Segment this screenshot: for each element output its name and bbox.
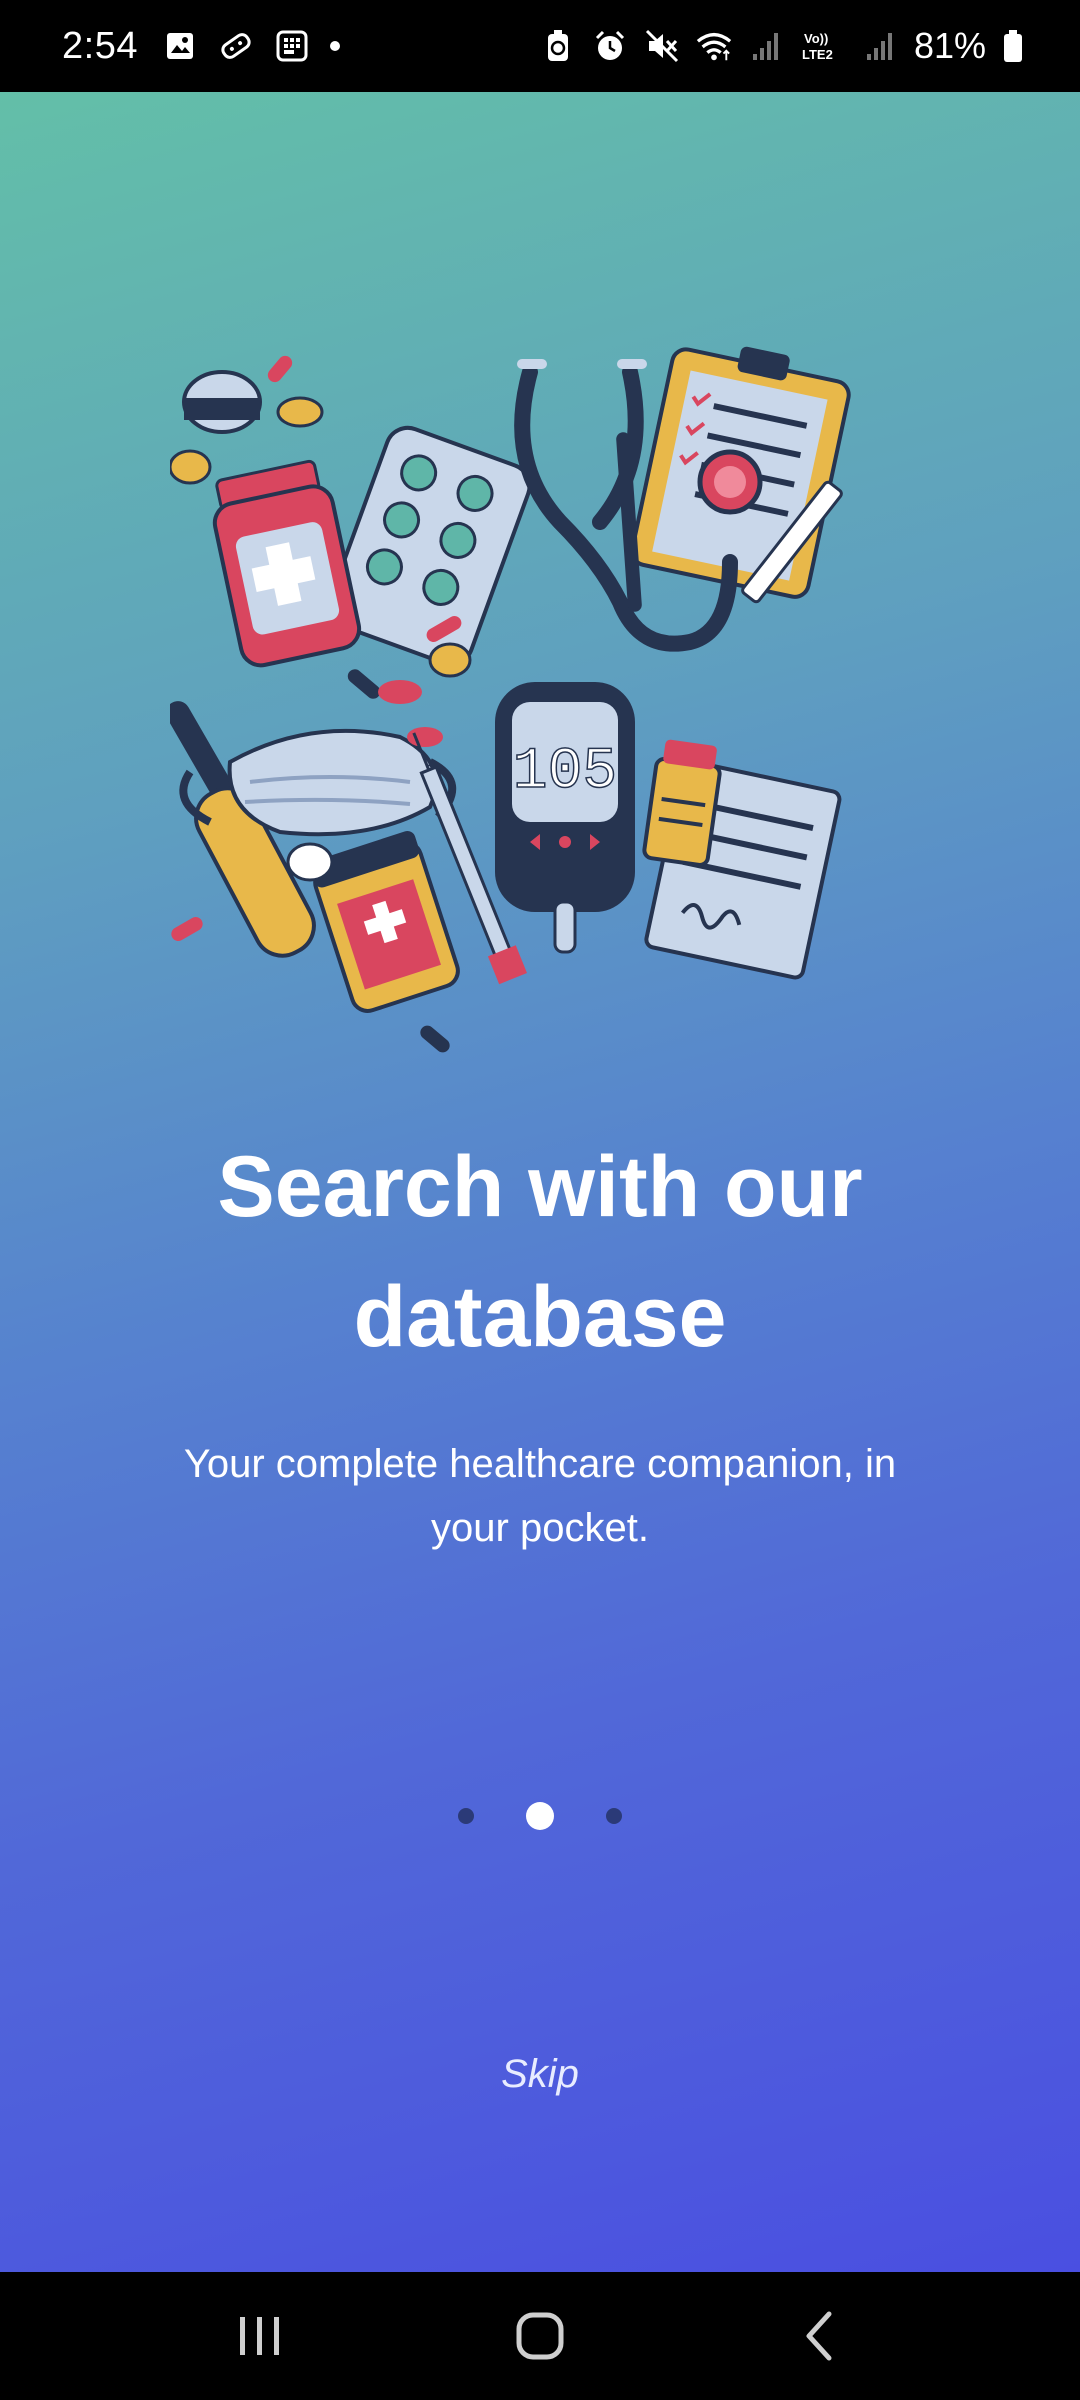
back-chevron-icon bbox=[806, 2311, 832, 2361]
onboarding-subtitle: Your complete healthcare companion, in y… bbox=[183, 1442, 897, 1550]
battery-icon bbox=[1002, 28, 1024, 64]
page-dot-2-active[interactable] bbox=[526, 1802, 554, 1830]
medical-illustration: 105 bbox=[170, 346, 851, 1053]
mute-icon bbox=[644, 28, 680, 64]
svg-text:105: 105 bbox=[513, 740, 617, 805]
home-icon bbox=[516, 2312, 564, 2360]
status-left-icons bbox=[162, 28, 340, 64]
page-indicator bbox=[0, 1802, 1080, 1830]
home-button[interactable] bbox=[500, 2296, 580, 2376]
svg-text:LTE2: LTE2 bbox=[802, 47, 833, 62]
svg-text:Vo)): Vo)) bbox=[804, 31, 828, 46]
page-dot-3[interactable] bbox=[606, 1808, 622, 1824]
system-nav-bar bbox=[0, 2272, 1080, 2400]
back-button[interactable] bbox=[780, 2296, 860, 2376]
recents-button[interactable] bbox=[220, 2296, 300, 2376]
gallery-icon bbox=[162, 28, 198, 64]
notification-dot bbox=[329, 41, 340, 51]
alarm-icon bbox=[592, 28, 628, 64]
onboarding-title: Search with our database bbox=[217, 1139, 863, 1365]
stethoscope-clipboard-icon bbox=[514, 346, 851, 652]
signal-icon-2 bbox=[862, 28, 898, 64]
status-right-icons: Vo)) LTE2 81% bbox=[540, 25, 1024, 67]
battery-saver-icon bbox=[540, 28, 576, 64]
status-bar: 2:54 Vo)) LTE2 81% bbox=[0, 0, 1080, 92]
recents-icon bbox=[240, 2317, 279, 2355]
signal-icon bbox=[748, 28, 784, 64]
onboarding-screen: 105 Search with our database Your comple… bbox=[0, 92, 1080, 2272]
battery-percent: 81% bbox=[913, 25, 986, 66]
wifi-icon bbox=[696, 28, 732, 64]
glucose-meter-icon: 105 bbox=[412, 682, 842, 985]
skip-button[interactable]: Skip bbox=[0, 2052, 1080, 2097]
calculator-icon bbox=[274, 28, 310, 64]
game-icon bbox=[218, 28, 254, 64]
page-dot-1[interactable] bbox=[458, 1808, 474, 1824]
mask-thermometer-icon bbox=[170, 680, 460, 1053]
volte-icon: Vo)) LTE2 bbox=[800, 28, 846, 64]
status-time: 2:54 bbox=[62, 24, 138, 67]
pills-bottle-icon bbox=[170, 355, 532, 699]
